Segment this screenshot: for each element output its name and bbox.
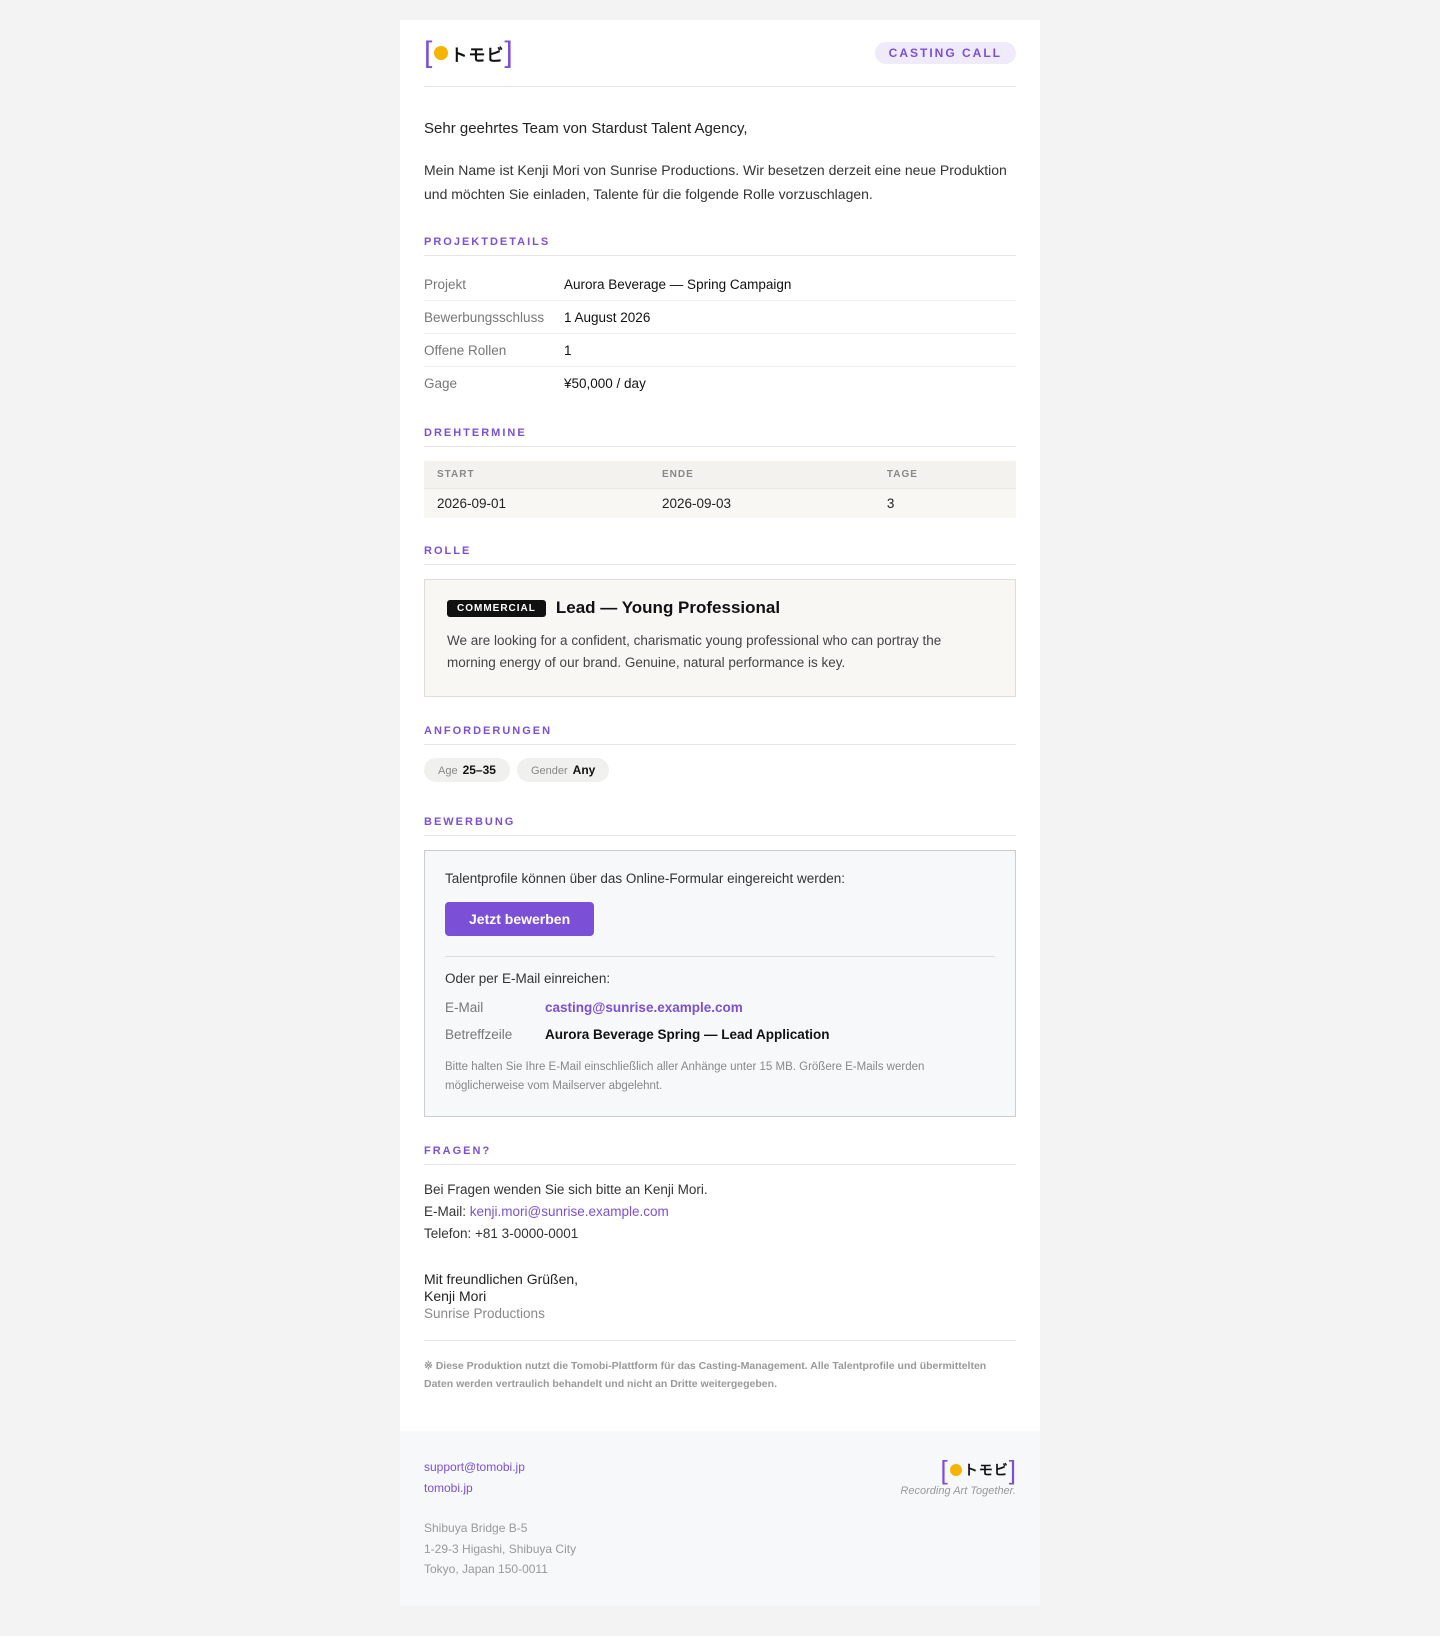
logo-dot-icon <box>949 1464 962 1476</box>
requirement-pill-age: Age 25–35 <box>424 758 510 782</box>
role-description: We are looking for a confident, charisma… <box>447 633 942 670</box>
questions-section: FRAGEN? Bei Fragen wenden Sie sich bitte… <box>424 1145 1016 1245</box>
email-footer: support@tomobi.jp tomobi.jp Shibuya Brid… <box>400 1431 1040 1606</box>
contact-info: Bei Fragen wenden Sie sich bitte an Kenj… <box>424 1182 708 1241</box>
tagline: Recording Art Together. <box>900 1485 1016 1497</box>
table-row: Gage ¥50,000 / day <box>424 375 646 391</box>
application-text: Talentprofile können über das Online-For… <box>445 871 845 886</box>
section-title-application: BEWERBUNG <box>424 816 1016 836</box>
subject-value: Aurora Beverage Spring — Lead Applicatio… <box>545 1027 830 1042</box>
casting-call-badge: CASTING CALL <box>874 42 1016 64</box>
section-title-questions: FRAGEN? <box>424 1145 1016 1165</box>
sender-company: Sunrise Productions <box>424 1306 545 1321</box>
table-row: Projekt Aurora Beverage — Spring Campaign <box>424 268 1016 301</box>
subject-label: Betreffzeile <box>445 1027 513 1042</box>
apply-now-button[interactable]: Jetzt bewerben <box>445 902 595 936</box>
section-title-requirements: ANFORDERUNGEN <box>424 725 1016 745</box>
website-link[interactable]: tomobi.jp <box>424 1478 576 1499</box>
role-title: Lead — Young Professional <box>555 598 781 617</box>
support-email-link[interactable]: support@tomobi.jp <box>424 1457 576 1478</box>
shoot-section: DREHTERMINE START ENDE TAGE 2026-09-01 20… <box>424 427 1016 518</box>
section-title-project: PROJEKTDETAILS <box>424 236 1016 256</box>
table-row: 2026-09-01 2026-09-03 3 <box>424 488 1016 518</box>
table-row: Bewerbungsschluss 1 August 2026 <box>424 300 1016 334</box>
role-card: COMMERCIAL Lead — Young Professional We … <box>424 579 1016 697</box>
requirements-section: ANFORDERUNGEN Age 25–35 Gender Any <box>424 725 1016 782</box>
tomobi-logo: [トモビ] <box>424 36 513 69</box>
table-row: Offene Rollen 1 <box>424 333 1016 367</box>
footer-address: Shibuya Bridge B-5 1-29-3 Higashi, Shibu… <box>424 1521 577 1576</box>
footer-logo: [トモビ] <box>940 1455 1016 1485</box>
col-header-start: START <box>424 461 649 489</box>
section-title-shoot: DREHTERMINE <box>424 427 1016 447</box>
requirement-pill-gender: Gender Any <box>516 758 610 782</box>
col-header-end: ENDE <box>648 461 874 489</box>
application-box: Talentprofile können über das Online-For… <box>424 850 1016 1117</box>
section-title-role: ROLLE <box>424 545 1016 565</box>
logo-dot-icon <box>434 46 449 60</box>
email-label: E-Mail <box>445 1000 484 1015</box>
email-card: [トモビ] CASTING CALL Sehr geehrtes Team vo… <box>400 20 1040 1606</box>
shoot-dates-table: START ENDE TAGE 2026-09-01 2026-09-03 3 <box>424 461 1016 518</box>
role-category-tag: COMMERCIAL <box>447 599 546 617</box>
email-header: [トモビ] CASTING CALL <box>424 20 1016 87</box>
divider <box>445 956 995 957</box>
greeting: Sehr geehrtes Team von Stardust Talent A… <box>424 120 748 137</box>
email-option-text: Oder per E-Mail einreichen: <box>445 971 611 986</box>
signoff: Mit freundlichen Grüßen, Kenji Mori Sunr… <box>424 1271 1016 1322</box>
size-note: Bitte halten Sie Ihre E-Mail einschließl… <box>445 1061 925 1092</box>
contact-email-link[interactable]: kenji.mori@sunrise.example.com <box>470 1204 669 1219</box>
role-section: ROLLE COMMERCIAL Lead — Young Profession… <box>424 545 1016 697</box>
disclaimer: ※ Diese Produktion nutzt die Tomobi-Plat… <box>424 1340 1016 1393</box>
application-section: BEWERBUNG Talentprofile können über das … <box>424 816 1016 1117</box>
col-header-days: TAGE <box>873 461 1016 489</box>
project-section: PROJEKTDETAILS Projekt Aurora Beverage — … <box>424 236 1016 399</box>
casting-email-link[interactable]: casting@sunrise.example.com <box>545 1000 743 1015</box>
project-details-table: Projekt Aurora Beverage — Spring Campaign… <box>424 268 1016 399</box>
intro-paragraph: Mein Name ist Kenji Mori von Sunrise Pro… <box>424 162 1007 202</box>
sender-name: Kenji Mori <box>424 1288 487 1304</box>
